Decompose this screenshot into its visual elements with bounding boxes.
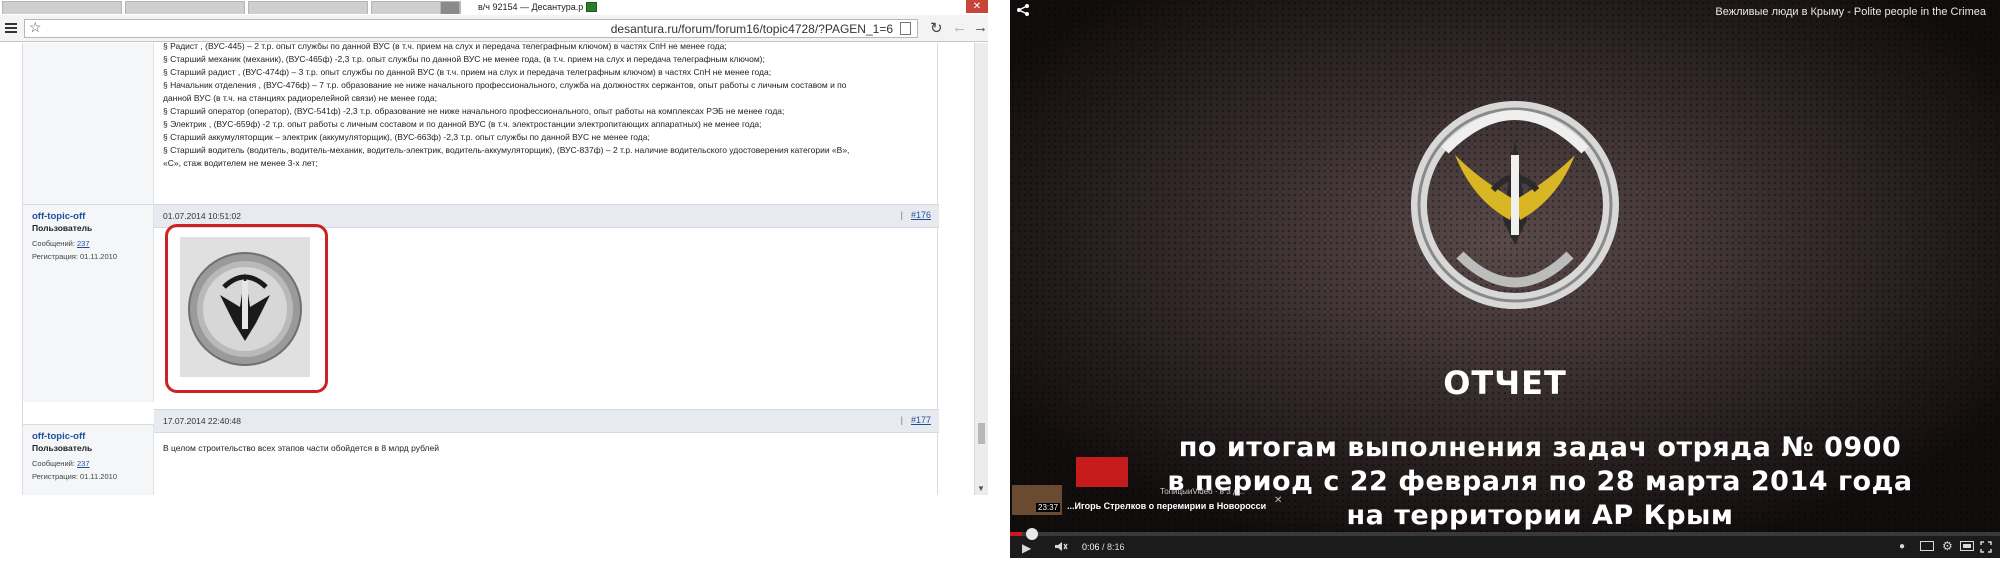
share-icon[interactable] <box>1016 3 1030 17</box>
fullscreen-icon[interactable] <box>1980 541 1992 553</box>
scroll-down-arrow-icon[interactable]: ▼ <box>977 484 985 493</box>
author-registration: Регистрация: 01.11.2010 <box>32 472 117 481</box>
suggested-close-button[interactable]: ✕ <box>1274 495 1282 506</box>
author-role: Пользователь <box>32 223 93 233</box>
post-line: § Радист , (ВУС-445) – 2 т.р. опыт служб… <box>163 43 727 51</box>
tab-strip: в/ч 92154 — Десантура.р ✕ <box>0 0 988 15</box>
window-close-button[interactable]: ✕ <box>966 0 988 13</box>
time-current: 0:06 <box>1082 542 1100 552</box>
post-line: «С», стаж водителем не менее 3-х лет; <box>163 158 318 168</box>
player-controls: ▶ 0:06 / 8:16 ● ⚙ <box>1010 528 2000 558</box>
progress-fill <box>1010 532 1022 536</box>
post-line: § Старший механик (механик), (ВУС-465ф) … <box>163 54 765 64</box>
back-arrow-icon[interactable]: ← <box>952 19 967 36</box>
time-separator: / <box>1099 542 1108 552</box>
suggested-video-card[interactable]: 23:37 ТопицыиVideo · в 3 д... ...Игорь С… <box>1012 457 1282 515</box>
forum-topic: § Радист , (ВУС-445) – 2 т.р. опыт служб… <box>22 43 939 495</box>
reload-icon[interactable]: ↻ <box>930 19 943 37</box>
author-link[interactable]: off-topic-off <box>32 211 85 222</box>
suggested-video-title[interactable]: ...Игорь Стрелков о перемирии в Новоросс… <box>1067 501 1266 511</box>
site-favicon-icon <box>586 2 597 12</box>
post-line: § Старший водитель (водитель, водитель-м… <box>163 145 850 155</box>
browser-window: в/ч 92154 — Десантура.р ✕ ☆ desantura.ru… <box>0 0 988 495</box>
author-messages: Сообщений: 237 <box>32 459 90 468</box>
small-player-icon[interactable] <box>1920 541 1934 551</box>
author-messages: Сообщений: 237 <box>32 239 90 248</box>
post-number-link[interactable]: #177 <box>911 415 931 425</box>
author-link[interactable]: off-topic-off <box>32 431 85 442</box>
play-icon[interactable]: ▶ <box>1022 541 1031 555</box>
bookmark-star-icon[interactable]: ☆ <box>29 19 42 36</box>
theater-mode-icon[interactable] <box>1960 541 1974 551</box>
post-line: § Старший радист , (ВУС-474ф) – 3 т.р. о… <box>163 67 772 77</box>
caption-title-text: ОТЧЕТ <box>1443 364 1567 402</box>
page-info-icon[interactable] <box>900 22 911 35</box>
suggested-video-duration: 23:37 <box>1036 503 1061 512</box>
post-date: 17.07.2014 22:40:48 <box>163 416 241 426</box>
tab-inactive[interactable] <box>2 1 122 14</box>
messages-label: Сообщений: <box>32 239 75 248</box>
post-header: 17.07.2014 22:40:48 | #177 <box>154 409 939 433</box>
tab-title[interactable]: в/ч 92154 — Десантура.р <box>478 2 583 12</box>
tab-inactive[interactable] <box>125 1 245 14</box>
post-body: В целом строительство всех этапов части … <box>163 442 439 455</box>
post-number-separator: | <box>900 415 903 425</box>
highlight-circle-annotation <box>165 224 328 393</box>
browser-toolbar: ☆ desantura.ru/forum/forum16/topic4728/?… <box>0 15 988 42</box>
author-registration: Регистрация: 01.11.2010 <box>32 252 117 261</box>
suggested-video-channel: ТопицыиVideo · в 3 д... <box>1160 487 1245 496</box>
mute-icon[interactable] <box>1054 541 1068 552</box>
time-display: 0:06 / 8:16 <box>1082 542 1125 552</box>
spetsnaz-emblem-image <box>1411 101 1619 309</box>
post-line: § Старший аккумуляторщик – электрик (акк… <box>163 132 650 142</box>
time-total: 8:16 <box>1107 542 1125 552</box>
caption-title: ОТЧЕТ <box>1010 364 2000 402</box>
video-player[interactable]: Вежливые люди в Крыму - Polite people in… <box>1010 0 2000 558</box>
progress-bar[interactable] <box>1010 528 2000 540</box>
settings-gear-icon[interactable]: ⚙ <box>1942 539 1953 553</box>
post-line: § Начальник отделения , (ВУС-476ф) – 7 т… <box>163 80 847 90</box>
post-line: данной ВУС (в т.ч. на станциях радиореле… <box>163 93 437 103</box>
messages-count-link[interactable]: 237 <box>77 239 90 248</box>
forward-arrow-icon[interactable]: → <box>973 19 988 36</box>
post-date: 01.07.2014 10:51:02 <box>163 211 241 221</box>
messages-count-link[interactable]: 237 <box>77 459 90 468</box>
tab-inactive[interactable] <box>248 1 368 14</box>
menu-icon[interactable] <box>4 21 18 35</box>
video-frame[interactable]: Вежливые люди в Крыму - Polite people in… <box>1010 0 2000 535</box>
post-line: § Старший оператор (оператор), (ВУС-541ф… <box>163 106 785 116</box>
post-line: В целом строительство всех этапов части … <box>163 443 439 453</box>
page-scrollbar[interactable]: ▼ <box>974 43 988 495</box>
post-number-separator: | <box>900 210 903 220</box>
tab-scroll-handle[interactable] <box>440 1 460 14</box>
post-line: § Электрик , (ВУС-659ф) -2 т.р. опыт раб… <box>163 119 762 129</box>
address-bar[interactable]: ☆ desantura.ru/forum/forum16/topic4728/?… <box>24 19 918 38</box>
author-column: off-topic-off Пользователь Сообщений: 23… <box>23 424 154 495</box>
video-title[interactable]: Вежливые люди в Крыму - Polite people in… <box>1715 6 1986 18</box>
annotations-icon[interactable]: ● <box>1899 541 1905 552</box>
progress-scrubber-handle[interactable] <box>1025 528 1038 540</box>
messages-label: Сообщений: <box>32 459 75 468</box>
desktop-screenshot: в/ч 92154 — Десантура.р ✕ ☆ desantura.ru… <box>0 0 2000 565</box>
author-column: off-topic-off Пользователь Сообщений: 23… <box>23 204 154 402</box>
url-text[interactable]: desantura.ru/forum/forum16/topic4728/?PA… <box>611 22 893 36</box>
suggested-video-thumbnail-alt[interactable] <box>1076 457 1128 487</box>
caption-line: по итогам выполнения задач отряда № 0900 <box>1178 432 1902 463</box>
scrollbar-thumb[interactable] <box>978 423 985 444</box>
post-body-previous: § Радист , (ВУС-445) – 2 т.р. опыт служб… <box>163 43 849 170</box>
author-role: Пользователь <box>32 443 93 453</box>
spetsnaz-patch-image <box>188 252 302 366</box>
page-content: § Радист , (ВУС-445) – 2 т.р. опыт служб… <box>0 43 988 495</box>
post-number-link[interactable]: #176 <box>911 210 931 220</box>
author-column <box>23 43 154 204</box>
